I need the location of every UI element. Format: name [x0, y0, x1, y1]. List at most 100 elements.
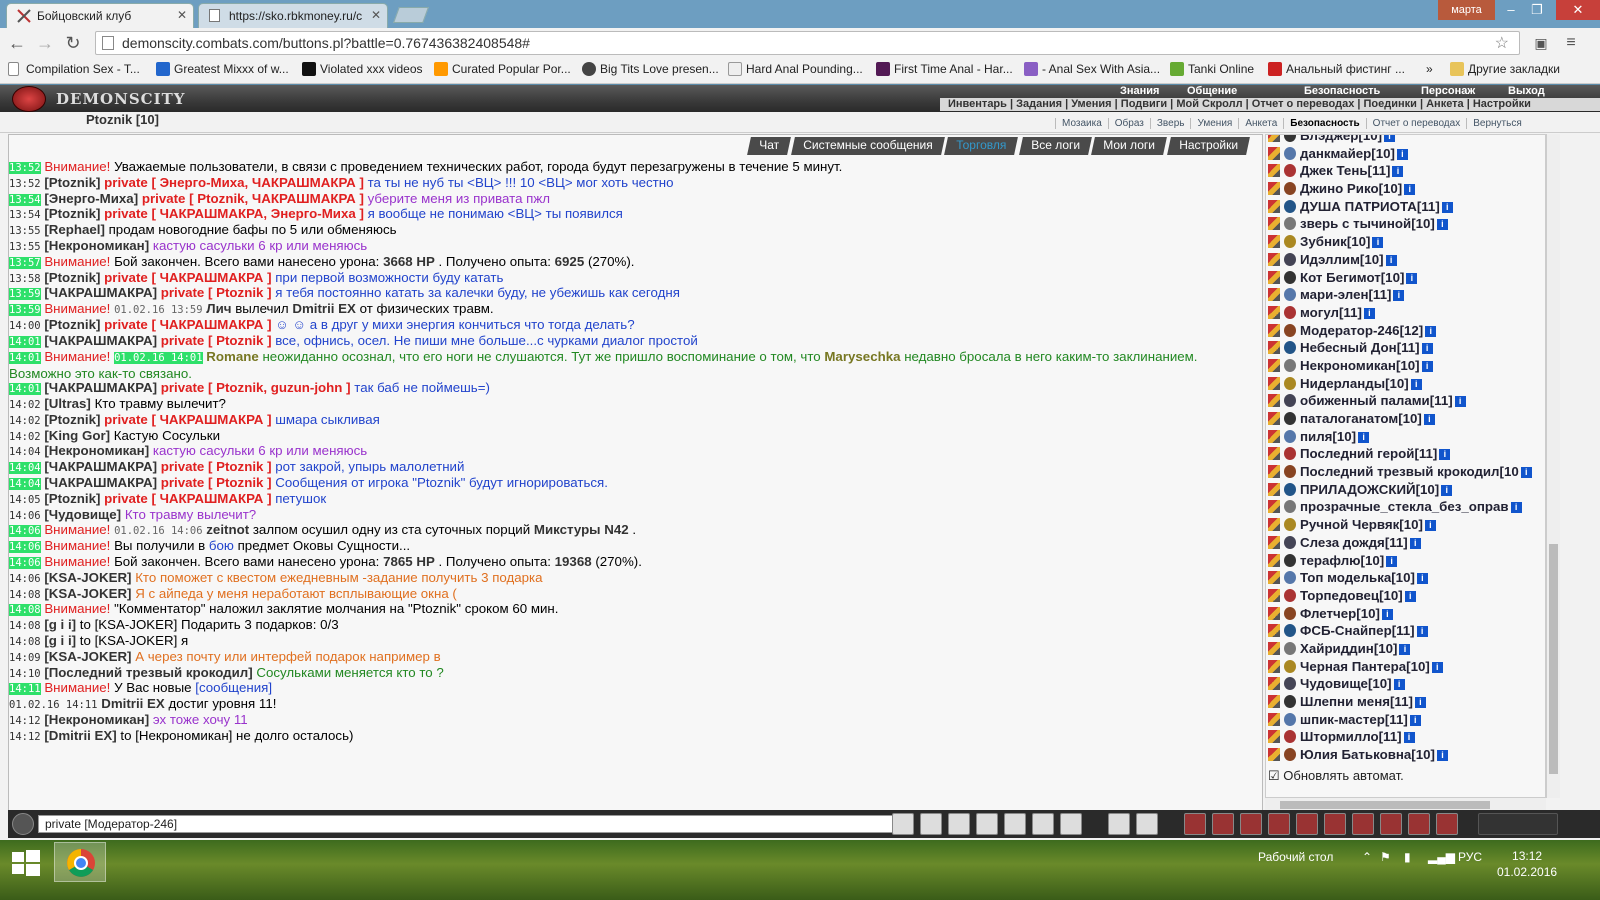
scroll-thumb[interactable]	[1549, 544, 1558, 774]
clan-icon[interactable]	[1284, 571, 1296, 585]
message-time[interactable]: 14:06	[9, 556, 41, 569]
message-time[interactable]: 14:08	[9, 636, 41, 648]
online-user[interactable]: данкмайер[10] i	[1266, 145, 1545, 163]
info-icon[interactable]: i	[1399, 643, 1411, 655]
clan-icon[interactable]	[1284, 447, 1296, 461]
user-name[interactable]: Ручной Червяк	[1300, 517, 1399, 532]
message-time[interactable]: 14:04	[9, 446, 41, 458]
online-user[interactable]: терафлю[10] i	[1266, 552, 1545, 570]
private-message-icon[interactable]	[1268, 624, 1280, 638]
clan-icon[interactable]	[1284, 358, 1296, 372]
private-message-icon[interactable]	[1268, 518, 1280, 532]
info-icon[interactable]: i	[1416, 626, 1428, 638]
bookmark-item[interactable]: First Time Anal - Har...	[876, 62, 1013, 76]
auto-refresh-toggle[interactable]: ☑ Обновлять автомат.	[1268, 768, 1404, 784]
message-author[interactable]: Микстуры N42	[534, 522, 629, 537]
info-icon[interactable]: i	[1409, 714, 1421, 726]
message-author[interactable]: 19368	[555, 554, 592, 569]
online-user[interactable]: Шлепни меня[11] i	[1266, 693, 1545, 711]
clan-icon[interactable]	[1284, 323, 1296, 337]
private-message-icon[interactable]	[1268, 659, 1280, 673]
private-message-icon[interactable]	[1268, 553, 1280, 567]
clan-icon[interactable]	[1284, 164, 1296, 178]
menu-icon[interactable]: ≡	[1560, 33, 1582, 53]
message-author[interactable]: [KSA-JOKER]	[44, 586, 131, 601]
info-icon[interactable]: i	[1404, 184, 1416, 196]
message-time[interactable]: 14:01	[9, 383, 41, 396]
user-name[interactable]: Модератор-246	[1300, 323, 1400, 338]
message-time[interactable]: 14:02	[9, 431, 41, 443]
message-author[interactable]: [Некрономикан]	[44, 712, 149, 727]
clan-icon[interactable]	[1284, 135, 1296, 142]
bookmark-item[interactable]: Curated Popular Por...	[434, 62, 571, 76]
message-time[interactable]: 13:59	[9, 288, 41, 301]
battery-icon[interactable]: ▮	[1404, 850, 1411, 864]
mask-icon[interactable]	[1136, 813, 1158, 835]
message-author[interactable]: [KSA-JOKER]	[44, 570, 131, 585]
info-icon[interactable]: i	[1436, 219, 1448, 231]
bookmark-item[interactable]: Violated xxx videos	[302, 62, 423, 76]
private-message-icon[interactable]	[1268, 323, 1280, 337]
tab-all-logs[interactable]: Все логи	[1018, 137, 1092, 155]
user-name[interactable]: прозрачные_стекла_без_оправ	[1300, 499, 1509, 514]
message-input[interactable]	[38, 815, 898, 833]
online-user[interactable]: Кот Бегимот[10] i	[1266, 269, 1545, 287]
clan-icon[interactable]	[1284, 659, 1296, 673]
exit-icon[interactable]	[1436, 813, 1458, 835]
clan-icon[interactable]	[1284, 235, 1296, 249]
menu-item-exit[interactable]: Выход	[1508, 85, 1545, 97]
send-icon[interactable]	[892, 813, 914, 835]
clan-icon[interactable]	[1284, 695, 1296, 708]
clan-icon[interactable]	[1284, 677, 1296, 691]
private-message-icon[interactable]	[1268, 606, 1280, 620]
filter-icon[interactable]	[948, 813, 970, 835]
private-message-icon[interactable]	[1268, 447, 1280, 461]
private-message-icon[interactable]	[1268, 146, 1280, 160]
message-author[interactable]: [ЧАКРАШМАКРА]	[44, 459, 157, 474]
online-user[interactable]: прозрачные_стекла_без_оправ i	[1266, 498, 1545, 516]
clan-icon[interactable]	[1284, 606, 1296, 620]
online-user[interactable]: Блэджер[10] i	[1266, 135, 1545, 145]
online-user[interactable]: могул[11] i	[1266, 304, 1545, 322]
clan-icon[interactable]	[1284, 748, 1296, 762]
online-user[interactable]: пиля[10] i	[1266, 428, 1545, 446]
message-author[interactable]: [Последний трезвый крокодил]	[44, 665, 252, 680]
message-author[interactable]: [KSA-JOKER]	[44, 649, 131, 664]
message-time[interactable]: 14:06	[9, 525, 41, 538]
message-time[interactable]: 01.02.16 14:11	[9, 699, 98, 711]
message-author[interactable]: [ЧАКРАШМАКРА]	[44, 380, 157, 395]
bookmark-item[interactable]: Big Tits Love presen...	[582, 62, 719, 76]
private-recipients[interactable]: private [ ЧАКРАШМАКРА ]	[104, 317, 271, 332]
bookmark-item[interactable]: - Anal Sex With Asia...	[1024, 62, 1160, 76]
message-author[interactable]: [ЧАКРАШМАКРА]	[44, 285, 157, 300]
message-time[interactable]: 14:00	[9, 320, 41, 332]
private-recipients[interactable]: private [ Ptoznik ]	[161, 459, 272, 474]
private-message-icon[interactable]	[1268, 305, 1280, 319]
player-name[interactable]: Ptoznik [10]	[86, 112, 159, 127]
user-name[interactable]: Джино Рико	[1300, 181, 1379, 196]
message-author[interactable]: [Ptoznik]	[44, 412, 100, 427]
message-time[interactable]: 14:12	[9, 731, 41, 743]
info-icon[interactable]: i	[1363, 307, 1375, 319]
message-time[interactable]: 13:57	[9, 256, 41, 269]
online-user[interactable]: Топ моделька[10] i	[1266, 569, 1545, 587]
link-return[interactable]: Вернуться	[1466, 118, 1528, 129]
online-user[interactable]: Юлия Батьковна[10] i	[1266, 746, 1545, 764]
user-name[interactable]: Нидерланды	[1300, 376, 1385, 391]
character-submenu[interactable]: Инвентарь | Задания | Умения | Подвиги |…	[940, 98, 1600, 111]
message-author[interactable]: 7865 HP	[383, 554, 435, 569]
info-icon[interactable]: i	[1425, 325, 1437, 337]
link-security[interactable]: Безопасность	[1283, 118, 1365, 129]
clan-icon[interactable]	[1284, 482, 1296, 496]
user-name[interactable]: Последний герой	[1300, 446, 1414, 461]
info-icon[interactable]: i	[1385, 254, 1397, 266]
tab-chat[interactable]: Чат	[747, 137, 791, 155]
user-name[interactable]: Зубник	[1300, 234, 1347, 249]
online-user[interactable]: Штормилло[11] i	[1266, 728, 1545, 746]
private-recipients[interactable]: private [ Энерго-Миха, ЧАКРАШМАКРА ]	[104, 175, 364, 190]
message-time[interactable]: 14:02	[9, 399, 41, 411]
user-name[interactable]: Слеза дождя	[1300, 535, 1385, 550]
message-author[interactable]: Dmitrii EX	[101, 696, 165, 711]
bookmark-star-icon[interactable]: ☆	[1495, 33, 1509, 55]
info-icon[interactable]: i	[1510, 502, 1522, 514]
